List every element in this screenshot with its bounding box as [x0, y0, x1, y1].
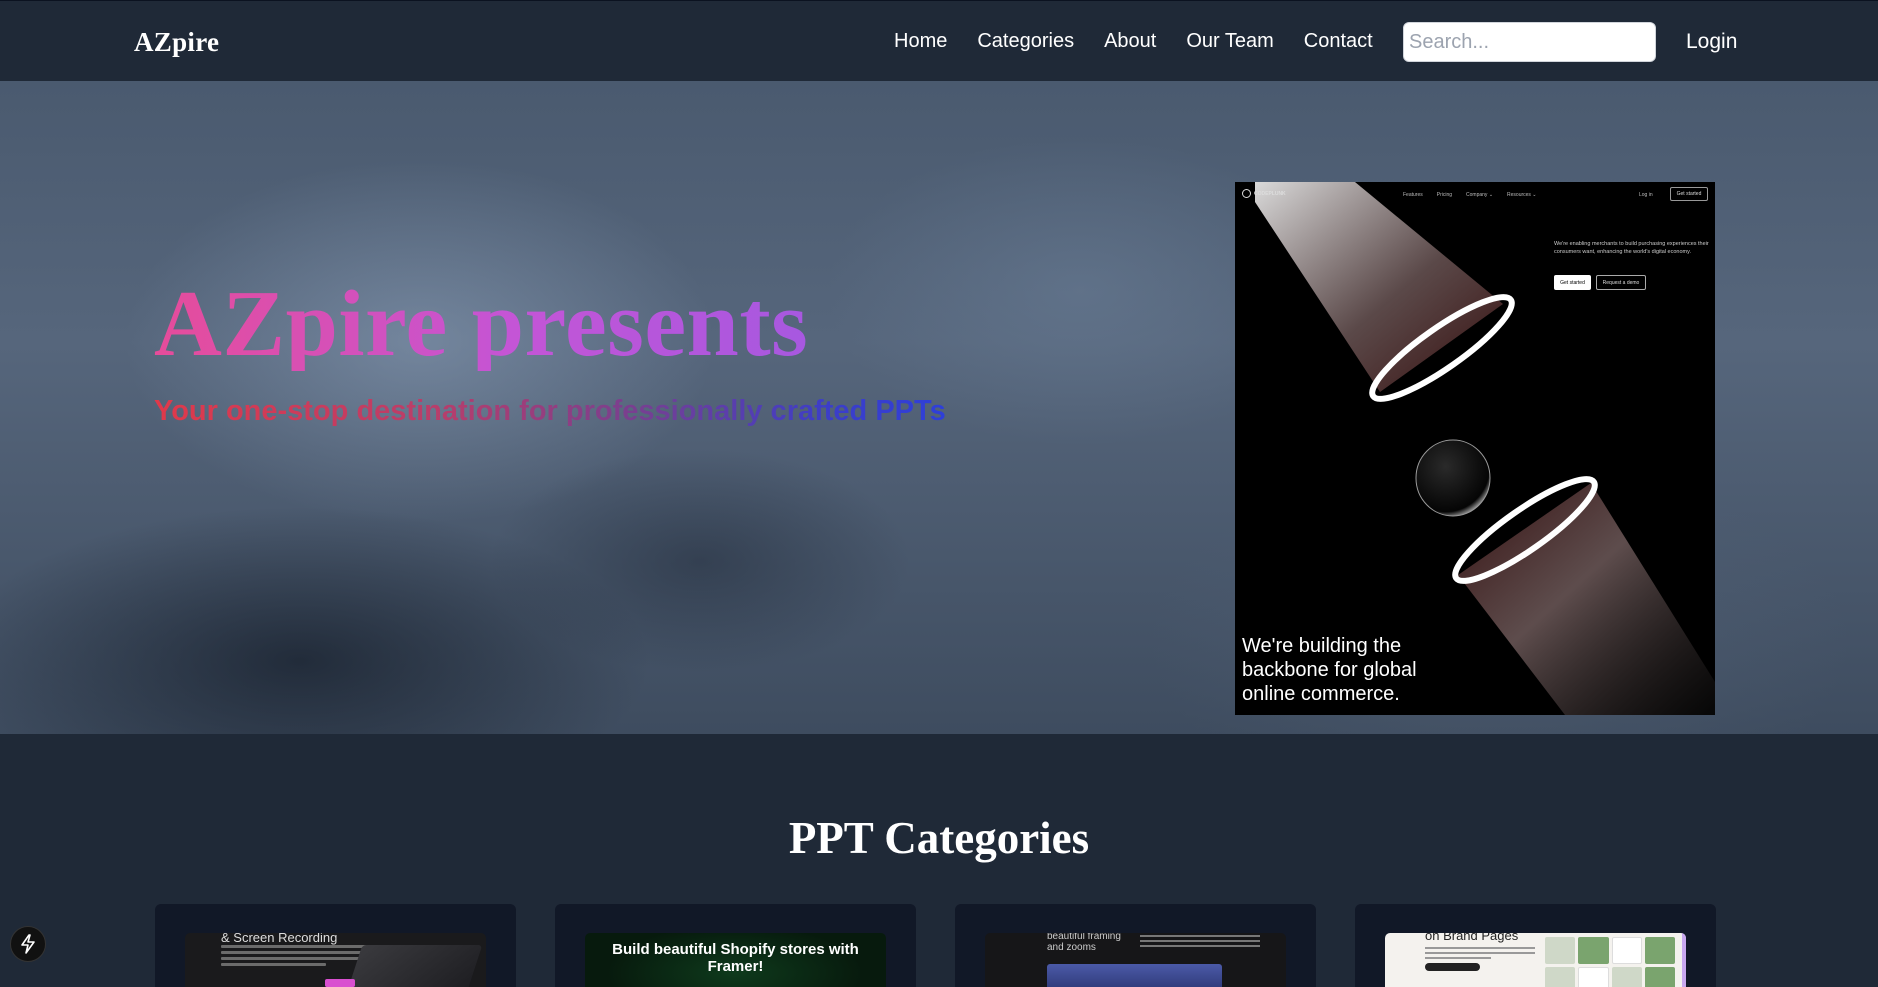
preview-get-started: Get started — [1670, 187, 1708, 201]
category-card[interactable]: & Screen Recording — [155, 904, 516, 987]
lightning-icon[interactable] — [10, 926, 46, 962]
brand-logo[interactable]: AZpire — [134, 27, 219, 58]
thumbnail-text-lines — [221, 945, 371, 969]
preview-login: Log in — [1639, 192, 1653, 198]
preview-secondary-button: Request a demo — [1596, 275, 1646, 290]
category-thumbnail[interactable]: on Brand Pages — [1385, 933, 1686, 987]
login-button[interactable]: Login — [1686, 30, 1737, 54]
nav-link-about[interactable]: About — [1104, 30, 1156, 53]
thumbnail-button — [1425, 963, 1480, 971]
preview-primary-button: Get started — [1554, 275, 1591, 290]
search-input[interactable] — [1403, 22, 1656, 62]
category-card[interactable]: on Brand Pages — [1355, 904, 1716, 987]
thumbnail-grid — [1545, 937, 1675, 987]
preview-logo: CODEPLUNK — [1242, 189, 1286, 198]
thumbnail-accent — [325, 979, 355, 987]
category-thumbnail[interactable]: & Screen Recording — [185, 933, 486, 987]
nav-link-contact[interactable]: Contact — [1304, 30, 1373, 53]
nav-link-our-team[interactable]: Our Team — [1186, 30, 1273, 53]
navbar: AZpire Home Categories About Our Team Co… — [0, 0, 1878, 81]
preview-nav-item: Pricing — [1436, 192, 1453, 198]
categories-title: PPT Categories — [788, 813, 1090, 863]
category-card[interactable]: Build beautiful Shopify stores with Fram… — [555, 904, 916, 987]
preview-logo-icon — [1242, 189, 1251, 198]
lightning-icon-glyph — [21, 934, 35, 954]
category-thumbnail[interactable]: Build beautiful Shopify stores with Fram… — [585, 933, 886, 987]
category-thumbnail[interactable]: beautiful framing and zooms — [985, 933, 1286, 987]
preview-description: We're enabling merchants to build purcha… — [1554, 241, 1709, 255]
thumbnail-shape — [347, 945, 483, 987]
hero-subtitle: Your one-stop destination for profession… — [154, 395, 946, 427]
hero-title: AZpire presents — [154, 272, 809, 376]
nav-link-categories[interactable]: Categories — [977, 30, 1074, 53]
category-card[interactable]: beautiful framing and zooms — [955, 904, 1316, 987]
thumbnail-text: beautiful framing and zooms — [1047, 933, 1121, 953]
preview-buttons: Get started Request a demo — [1554, 275, 1646, 290]
preview-nav-item: Company ⌄ — [1466, 192, 1494, 198]
thumbnail-text-lines — [1425, 947, 1535, 962]
thumbnail-text: & Screen Recording — [221, 933, 338, 945]
thumbnail-image — [1047, 964, 1222, 987]
categories-section: PPT Categories & Screen Recording Build … — [0, 734, 1878, 987]
preview-nav-item: Features — [1403, 192, 1423, 198]
nav-link-home[interactable]: Home — [894, 30, 947, 53]
thumbnail-text-lines — [1140, 935, 1260, 950]
nav-links: Home Categories About Our Team Contact — [894, 30, 1403, 53]
preview-tagline: We're building the backbone for global o… — [1242, 635, 1417, 705]
thumbnail-edge — [1682, 933, 1686, 987]
hero-preview-image: CODEPLUNK Features Pricing Company ⌄ Res… — [1235, 182, 1715, 715]
hero-section: AZpire presents Your one-stop destinatio… — [0, 81, 1878, 734]
preview-nav: Features Pricing Company ⌄ Resources ⌄ — [1403, 192, 1537, 198]
preview-logo-text: CODEPLUNK — [1254, 190, 1286, 197]
thumbnail-text: on Brand Pages — [1425, 933, 1519, 943]
preview-nav-item: Resources ⌄ — [1507, 192, 1537, 198]
thumbnail-text: Build beautiful Shopify stores with Fram… — [612, 941, 859, 976]
